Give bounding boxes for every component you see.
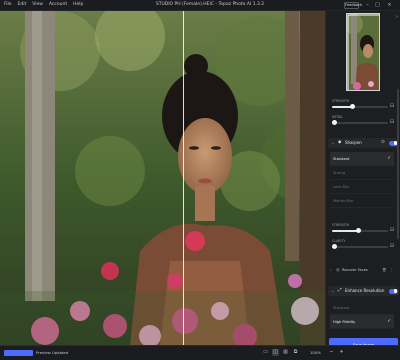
panel-scrollbar[interactable] — [397, 89, 399, 239]
status-text: Preview Updated — [36, 350, 69, 355]
maximize-icon[interactable]: □ — [374, 2, 381, 9]
window-title: STUDIO PH (Female).HEIC - Topaz Photo AI… — [155, 2, 265, 7]
compare-divider[interactable] — [183, 11, 184, 345]
sharpen-header[interactable]: ⌄ ◆ Sharpen ⚙ — [328, 138, 399, 148]
settings-icon[interactable]: ⚙ — [381, 140, 385, 146]
trash-icon[interactable]: 🗑 — [382, 265, 387, 275]
strength-label: Strength — [332, 99, 350, 103]
model-label: Motion Blur — [333, 199, 354, 203]
clarity-label: Clarity — [332, 239, 346, 243]
model-label: Standard — [333, 306, 350, 310]
chevron-down-icon[interactable]: ⌄ — [331, 140, 334, 146]
photo-preview — [0, 11, 325, 345]
image-canvas[interactable] — [0, 11, 325, 345]
menu-bar: File Edit View Account Help — [4, 1, 83, 9]
resolution-model-list: Standard High Fidelity ✓ — [330, 301, 394, 329]
menu-help[interactable]: Help — [73, 1, 83, 9]
model-strong[interactable]: Strong — [330, 166, 394, 180]
sharpen-icon: ◆ — [338, 140, 342, 145]
minimize-icon[interactable]: – — [364, 2, 371, 9]
clarity-track[interactable] — [331, 244, 388, 249]
enhance-resolution-title: Enhance Resolution — [345, 288, 385, 293]
sharpen-strength-fill — [332, 230, 359, 232]
clarity-slider[interactable]: Clarity — [330, 239, 390, 253]
model-standard[interactable]: Standard ✓ — [330, 152, 394, 166]
chevron-down-icon[interactable]: ⌄ — [331, 288, 334, 294]
strength-track[interactable] — [332, 104, 388, 109]
lock-icon[interactable]: ⊟ — [389, 119, 395, 125]
enhance-resolution-toggle[interactable] — [389, 288, 398, 294]
status-bar: Preview Updated ▭ ◫ ▥ ⧉ 100% − + — [0, 345, 400, 360]
model-high-fidelity[interactable]: High Fidelity ✓ — [330, 315, 394, 329]
model-motion-blur[interactable]: Motion Blur — [330, 194, 394, 208]
navigator-image — [347, 14, 379, 90]
comparison-icon[interactable]: ⧉ — [292, 349, 299, 356]
navigator-thumbnail[interactable] — [346, 13, 380, 91]
zoom-level[interactable]: 100% — [310, 349, 321, 357]
single-view-icon[interactable]: ▭ — [262, 349, 269, 356]
zoom-out-icon[interactable]: − — [328, 349, 335, 356]
model-label: Lens Blur — [333, 185, 350, 189]
progress-indicator — [4, 350, 33, 356]
detail-knob[interactable] — [331, 120, 337, 125]
detail-track[interactable] — [331, 120, 388, 125]
more-icon[interactable]: ⋮ — [390, 265, 394, 275]
close-icon[interactable]: × — [386, 2, 393, 9]
model-label: Standard — [333, 157, 350, 161]
sharpen-model-list: Standard ✓ Strong Lens Blur Motion Blur — [330, 152, 394, 208]
menu-edit[interactable]: Edit — [18, 1, 27, 9]
menu-account[interactable]: Account — [49, 1, 67, 9]
strength-knob[interactable] — [349, 104, 355, 109]
model-label: Strong — [333, 171, 345, 175]
model-lens-blur[interactable]: Lens Blur — [330, 180, 394, 194]
model-standard[interactable]: Standard — [330, 301, 394, 315]
settings-panel: › Strength ⊟ Detail ⊟ ⌄ ◆ Sharpen ⚙ Stan… — [325, 11, 400, 352]
chevron-right-icon[interactable]: › — [330, 265, 331, 275]
sharpen-strength-label: Strength — [332, 223, 350, 227]
face-icon: ☺ — [336, 268, 340, 272]
split-view-icon[interactable]: ◫ — [272, 349, 279, 356]
zoom-in-icon[interactable]: + — [338, 349, 345, 356]
model-label: High Fidelity — [333, 320, 356, 324]
resolution-icon: ⤢ — [338, 288, 342, 293]
sharpen-strength-knob[interactable] — [356, 228, 362, 233]
sharpen-strength-track[interactable] — [332, 228, 388, 233]
lock-icon[interactable]: ⊟ — [389, 243, 395, 249]
check-icon: ✓ — [387, 319, 391, 324]
enhance-resolution-header[interactable]: ⌄ ⤢ Enhance Resolution — [328, 286, 399, 296]
menu-file[interactable]: File — [4, 1, 12, 9]
check-icon: ✓ — [387, 156, 391, 161]
strength-slider[interactable]: Strength — [330, 99, 390, 113]
collapse-icon[interactable]: › — [394, 14, 400, 20]
detail-label: Detail — [332, 115, 344, 119]
feedback-button[interactable]: Feedback — [344, 2, 362, 9]
lock-icon[interactable]: ⊟ — [389, 103, 395, 109]
title-bar: File Edit View Account Help STUDIO PH (F… — [0, 0, 400, 11]
detail-slider[interactable]: Detail — [330, 115, 390, 129]
recover-faces-row[interactable]: › ☺ Recover Faces 🗑 ⋮ — [330, 265, 396, 275]
lock-icon[interactable]: ⊟ — [389, 227, 395, 233]
sharpen-title: Sharpen — [345, 140, 362, 145]
menu-view[interactable]: View — [32, 1, 43, 9]
clarity-knob[interactable] — [331, 244, 337, 249]
sharpen-strength-slider[interactable]: Strength — [330, 223, 390, 237]
side-by-side-icon[interactable]: ▥ — [282, 349, 289, 356]
recover-faces-label: Recover Faces — [342, 268, 368, 272]
